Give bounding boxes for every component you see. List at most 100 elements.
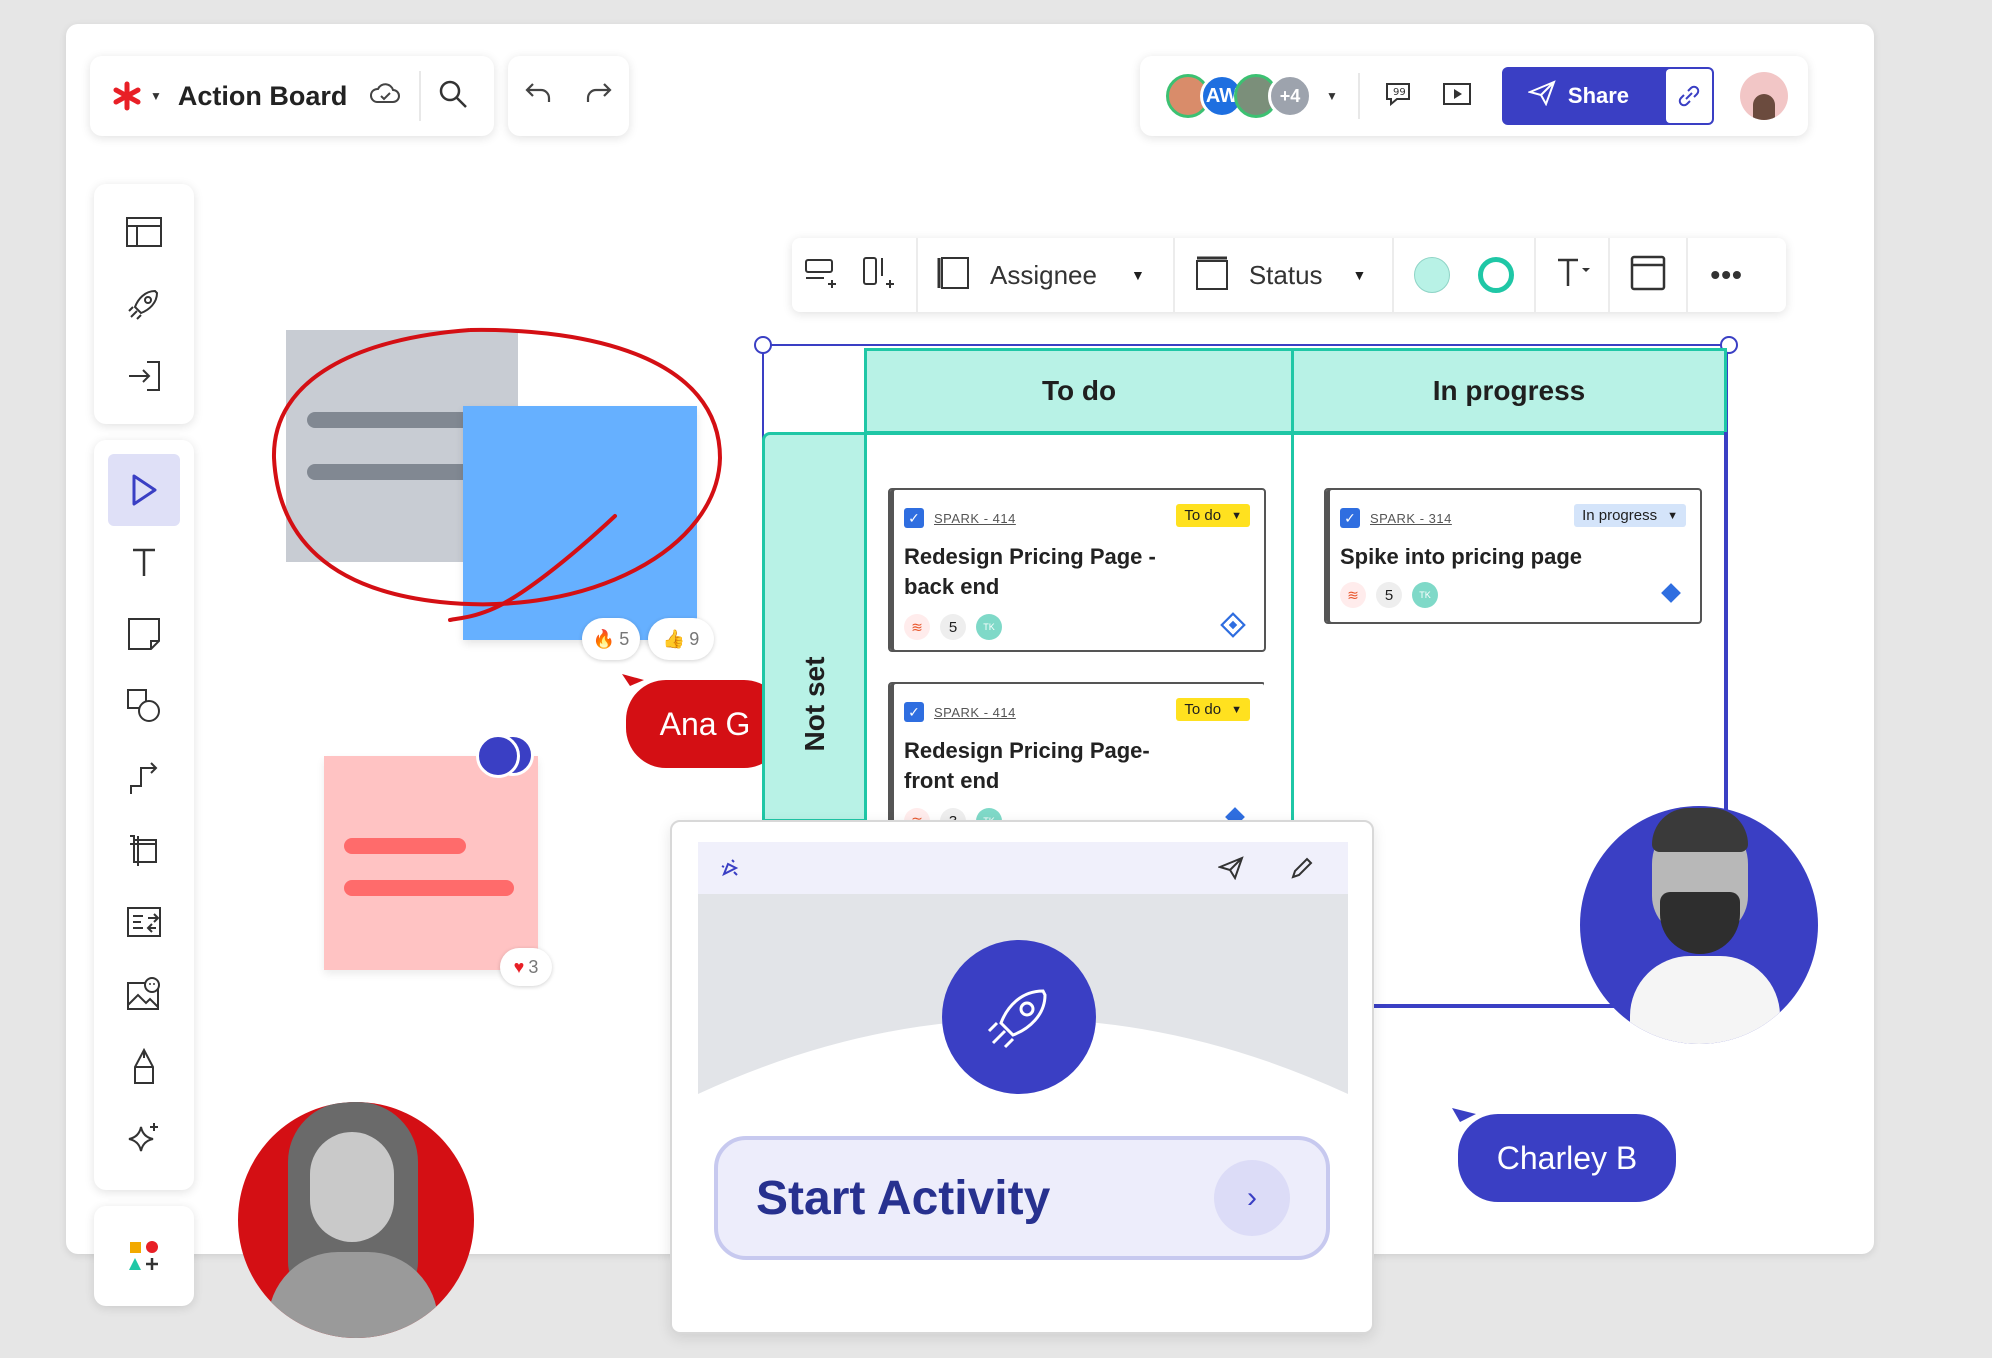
send-icon[interactable]	[1217, 856, 1244, 885]
cell-divider	[864, 432, 867, 822]
divider	[1357, 73, 1360, 119]
document-title[interactable]: Action Board	[178, 81, 348, 112]
history-bar	[508, 56, 629, 136]
send-icon	[1526, 80, 1556, 112]
collaborator-portrait	[238, 1102, 474, 1338]
logo-menu-chevron-icon[interactable]: ▼	[150, 89, 162, 103]
jira-logo-icon	[1220, 612, 1246, 638]
row-label: Not set	[799, 656, 830, 752]
checkbox-icon[interactable]: ✓	[904, 702, 924, 722]
jira-card[interactable]: ✓ SPARK - 414 To do ▼ Redesign Pricing Pa…	[888, 488, 1266, 652]
image-icon[interactable]	[94, 958, 194, 1030]
svg-text:99: 99	[1393, 87, 1406, 98]
assignee-dropdown[interactable]: Assignee	[990, 260, 1097, 291]
activity-header	[698, 842, 1348, 894]
more-options-icon[interactable]: •••	[1710, 259, 1742, 291]
shapes-icon[interactable]	[94, 670, 194, 742]
chevron-right-icon: ›	[1214, 1160, 1290, 1236]
fill-color-swatch[interactable]	[1414, 257, 1451, 293]
frame-icon[interactable]	[94, 814, 194, 886]
share-button[interactable]: Share	[1501, 67, 1714, 125]
issue-key[interactable]: SPARK - 414	[934, 705, 1016, 720]
card-title: back end	[904, 574, 1000, 599]
edit-icon[interactable]	[1290, 856, 1314, 885]
left-toolbar-top	[94, 184, 194, 424]
fire-icon: 🔥	[592, 628, 616, 649]
assignee-avatar: TK	[976, 614, 1002, 640]
divider	[419, 71, 422, 121]
collaborators-chevron-icon[interactable]: ▼	[1326, 89, 1338, 103]
rocket-icon[interactable]	[94, 268, 194, 340]
collaboration-bar: AW +4 ▼ 99 Share	[1140, 56, 1808, 136]
shape-library-icon[interactable]	[94, 1206, 194, 1306]
container-style-icon[interactable]	[1630, 255, 1666, 296]
thumbs-up-reaction[interactable]: 👍 9	[648, 618, 714, 660]
rocket-icon	[987, 989, 1047, 1049]
status-badge[interactable]: To do ▼	[1176, 698, 1250, 721]
activity-type-icon	[718, 856, 742, 885]
fire-reaction[interactable]: 🔥 5	[582, 618, 640, 660]
board-format-toolbar: Assignee ▼ Status ▼ •••	[792, 238, 1786, 312]
divider	[1686, 238, 1689, 312]
column-header[interactable]: In progress	[1291, 348, 1727, 434]
collaborator-portrait	[1580, 806, 1818, 1044]
sticky-note[interactable]	[324, 756, 538, 970]
jira-card[interactable]: ✓ SPARK - 414 To do ▼ Redesign Pricing Pa…	[888, 682, 1264, 824]
current-user-avatar[interactable]	[1739, 72, 1788, 120]
add-row-icon[interactable]	[804, 256, 840, 295]
jira-card[interactable]: ✓ SPARK - 314 In progress ▼ Spike into pr…	[1324, 488, 1702, 624]
sticky-note-icon[interactable]	[94, 598, 194, 670]
share-label: Share	[1567, 83, 1630, 108]
rocket-badge	[942, 940, 1096, 1094]
divider	[916, 238, 918, 312]
checkbox-icon[interactable]: ✓	[1340, 508, 1360, 528]
selection-handle[interactable]	[754, 336, 772, 354]
card-title: Redesign Pricing Page-	[904, 738, 1150, 763]
assignee-chevron-icon[interactable]: ▼	[1131, 267, 1145, 283]
cell-divider	[1291, 432, 1294, 822]
status-dropdown[interactable]: Status	[1249, 260, 1323, 291]
templates-icon[interactable]	[94, 196, 194, 268]
app-logo-icon[interactable]	[112, 81, 142, 111]
ai-sparkle-icon[interactable]	[94, 1102, 194, 1174]
text-tool-icon[interactable]	[94, 526, 194, 598]
border-color-swatch[interactable]	[1478, 257, 1515, 293]
add-column-icon[interactable]	[862, 256, 898, 295]
red-ink-annotation[interactable]	[270, 318, 730, 648]
status-chevron-icon[interactable]: ▼	[1353, 267, 1367, 283]
import-icon[interactable]	[94, 340, 194, 412]
heart-reaction[interactable]: ♥ 3	[500, 948, 552, 986]
assignee-field-icon	[936, 255, 970, 296]
collaborator-label: Ana G	[626, 680, 784, 768]
text-format-icon[interactable]	[1554, 256, 1592, 295]
divider	[1534, 238, 1537, 312]
connector-icon[interactable]	[94, 742, 194, 814]
column-header[interactable]: To do	[864, 348, 1294, 434]
story-points-badge: 5	[1376, 582, 1402, 608]
priority-icon: ≋	[1340, 582, 1366, 608]
present-icon[interactable]	[1442, 82, 1472, 111]
card-title: Spike into pricing page	[1340, 544, 1583, 569]
card-title: Redesign Pricing Page -	[904, 544, 1156, 569]
issue-key[interactable]: SPARK - 314	[1370, 511, 1452, 526]
status-badge[interactable]: In progress ▼	[1574, 504, 1686, 527]
copy-link-icon[interactable]	[1665, 69, 1712, 123]
issue-key[interactable]: SPARK - 414	[934, 511, 1016, 526]
undo-icon[interactable]	[523, 82, 553, 111]
start-activity-button[interactable]: Start Activity ›	[714, 1136, 1330, 1260]
status-badge[interactable]: To do ▼	[1176, 504, 1250, 527]
extra-collaborators-badge[interactable]: +4	[1268, 74, 1312, 118]
start-activity-label: Start Activity	[756, 1171, 1051, 1225]
card-import-icon[interactable]	[94, 886, 194, 958]
checkbox-icon[interactable]: ✓	[904, 508, 924, 528]
redo-icon[interactable]	[584, 82, 614, 111]
cloud-saved-icon	[369, 82, 401, 111]
search-icon[interactable]	[437, 78, 469, 115]
divider	[1608, 238, 1611, 312]
collaborator-dot	[476, 734, 520, 778]
pen-icon[interactable]	[94, 1030, 194, 1102]
select-tool[interactable]	[94, 454, 194, 526]
cursor-arrow-icon	[132, 474, 157, 506]
comment-icon[interactable]: 99	[1384, 81, 1412, 112]
card-clip: ✓ SPARK - 414 To do ▼ Redesign Pricing Pa…	[888, 682, 1264, 824]
